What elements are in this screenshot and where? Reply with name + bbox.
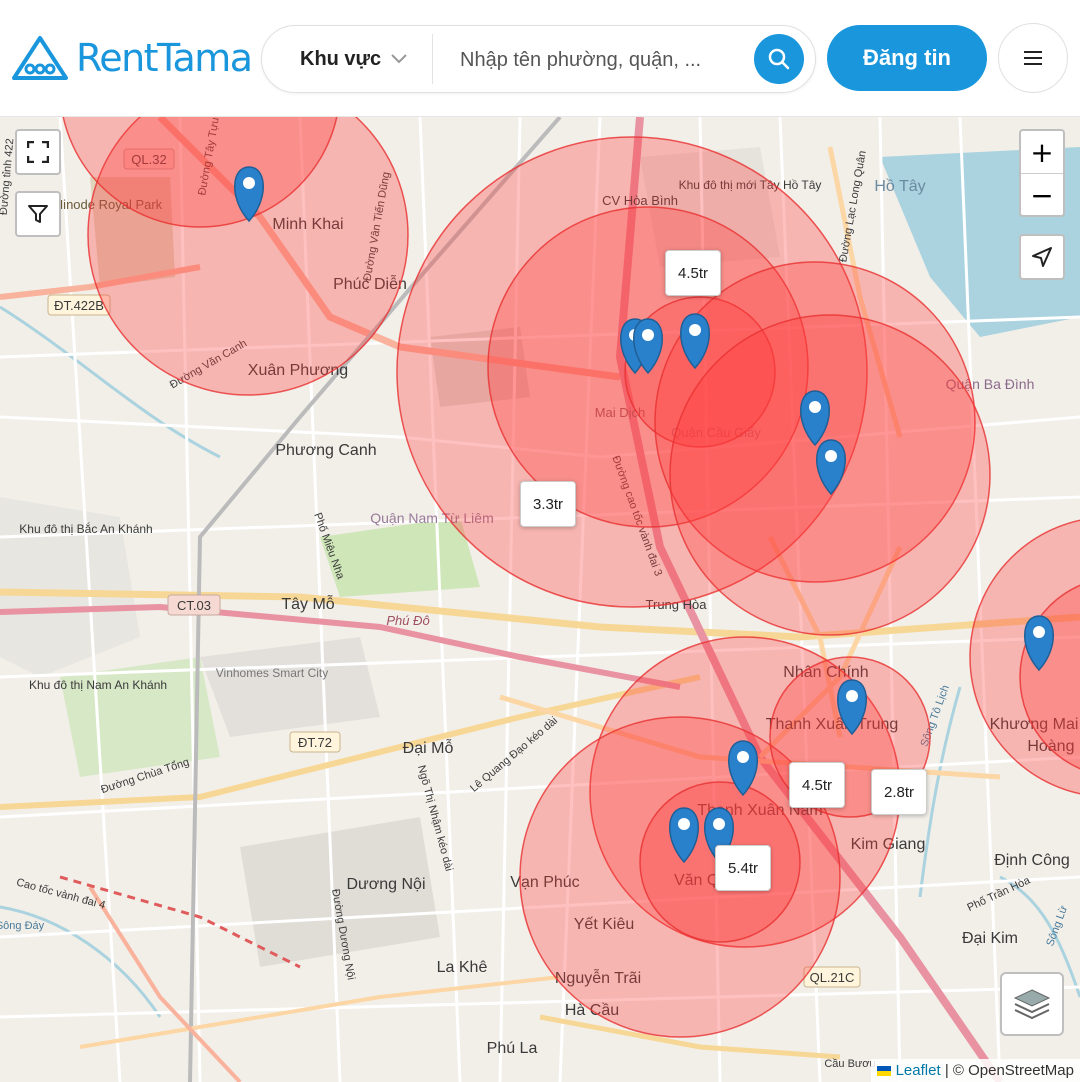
search-divider (432, 34, 433, 84)
chevron-down-icon (391, 54, 407, 64)
filter-icon (28, 205, 48, 223)
map-view[interactable]: Minh Khai Phúc Diễn Xuân Phương Phương C… (0, 117, 1080, 1082)
map-attribution: Leaflet | © OpenStreetMap (871, 1059, 1080, 1082)
ukraine-flag-icon (877, 1066, 892, 1077)
price-tag[interactable]: 4.5tr (789, 762, 845, 808)
place-label: Vinhomes Smart City (216, 666, 328, 680)
locate-button[interactable] (1019, 234, 1065, 280)
place-label: Khu đô thị Nam An Khánh (29, 678, 167, 692)
fullscreen-icon (27, 141, 49, 163)
locate-icon (1032, 247, 1052, 267)
top-header: RentTama Khu vực Đăng tin (0, 0, 1080, 117)
region-label: Khu vực (300, 47, 382, 70)
leaflet-link[interactable]: Leaflet (896, 1062, 941, 1079)
place-label: Hồ Tây (874, 178, 925, 195)
road-label: ĐT.422B (54, 298, 104, 313)
place-label: Đại Kim (962, 930, 1018, 947)
place-label: Định Công (994, 852, 1070, 869)
layers-button[interactable] (1000, 972, 1064, 1036)
post-listing-button[interactable]: Đăng tin (827, 25, 987, 91)
price-tag[interactable]: 5.4tr (715, 845, 771, 891)
place-label: La Khê (437, 959, 488, 976)
place-label: Khu đô thị Bắc An Khánh (19, 521, 152, 536)
osm-attribution: | © OpenStreetMap (944, 1062, 1074, 1079)
price-tag[interactable]: 2.8tr (871, 769, 927, 815)
search-icon (768, 48, 790, 70)
place-label: Phú La (487, 1040, 538, 1057)
menu-button[interactable] (998, 23, 1068, 93)
place-label: Phương Canh (275, 442, 376, 459)
zoom-control: + − (1019, 129, 1065, 217)
layers-icon (1013, 989, 1051, 1020)
place-label: Tây Mỗ (281, 594, 334, 613)
hamburger-menu-icon (1024, 51, 1042, 65)
road-label: CT.03 (177, 598, 211, 613)
region-dropdown[interactable]: Khu vực (300, 26, 407, 92)
road-label: QL.21C (810, 970, 855, 985)
search-button[interactable] (754, 34, 804, 84)
place-label: Dương Nội (346, 876, 425, 893)
price-tag[interactable]: 4.5tr (665, 250, 721, 296)
logo[interactable]: RentTama (10, 34, 253, 82)
logo-house-icon (12, 36, 68, 80)
map-tiles: Minh Khai Phúc Diễn Xuân Phương Phương C… (0, 117, 1080, 1082)
zoom-out-button[interactable]: − (1021, 174, 1063, 216)
zoom-in-button[interactable]: + (1021, 131, 1063, 173)
place-label: Đại Mỗ (403, 738, 454, 757)
search-bar: Khu vực (261, 25, 816, 93)
logo-text: RentTama (76, 36, 253, 80)
road-label: ĐT.72 (298, 735, 332, 750)
road-label: Cầu Bươu (824, 1058, 875, 1070)
road-label: Phú Đô (386, 613, 429, 628)
road-label: Sông Đáy (0, 920, 45, 932)
price-tag[interactable]: 3.3tr (520, 481, 576, 527)
search-input[interactable] (458, 41, 752, 79)
filter-button[interactable] (15, 191, 61, 237)
fullscreen-button[interactable] (15, 129, 61, 175)
